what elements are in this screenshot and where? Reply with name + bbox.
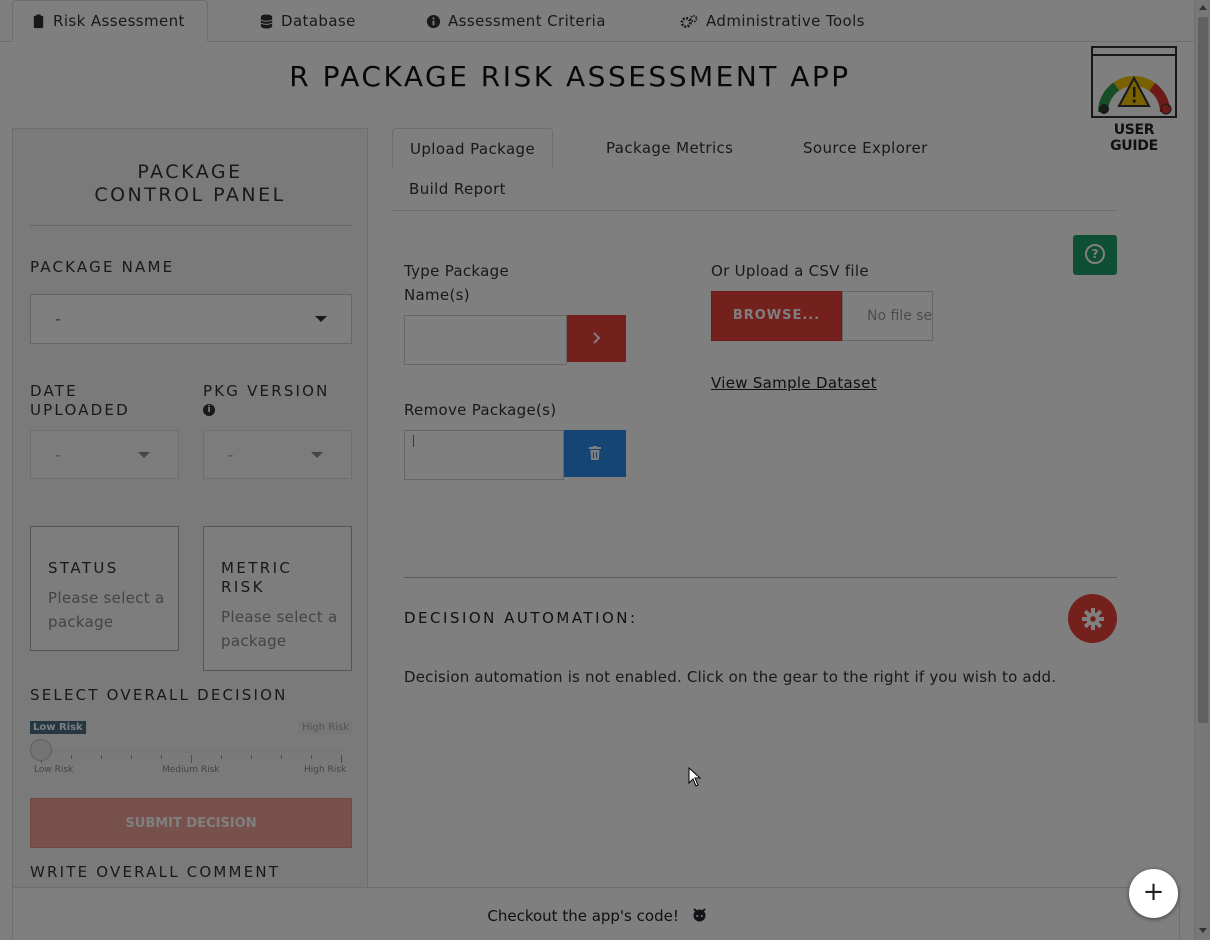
add-package-button[interactable] (567, 315, 626, 362)
pkg-version-label: PKG VERSION (203, 382, 330, 400)
decision-automation-settings-button[interactable] (1068, 594, 1117, 643)
tab-source-explorer[interactable]: Source Explorer (786, 128, 945, 169)
remove-package-button[interactable] (564, 430, 626, 477)
chevron-right-icon (592, 332, 600, 344)
type-package-label: Type Package Name(s) (404, 262, 509, 304)
remove-package-label: Remove Package(s) (404, 401, 557, 419)
metric-risk-card: METRIC RISK Please select a package (203, 526, 352, 671)
info-icon[interactable]: i (203, 404, 215, 416)
gear-icon (1082, 608, 1104, 630)
status-card: STATUS Please select a package (30, 526, 179, 651)
github-icon (692, 908, 706, 922)
slider-track[interactable] (40, 748, 342, 753)
slider-tick-label: Low Risk (34, 765, 74, 775)
help-button[interactable]: ? (1073, 235, 1117, 275)
chevron-down-icon (138, 451, 150, 458)
slider-tick-label: Medium Risk (162, 765, 220, 775)
decision-automation-text: Decision automation is not enabled. Clic… (404, 668, 1057, 686)
app-title: R PACKAGE RISK ASSESSMENT APP (289, 60, 851, 93)
footer-link[interactable]: Checkout the app's code! (13, 907, 1181, 925)
scroll-thumb[interactable] (1198, 17, 1208, 723)
slider-handle[interactable] (30, 739, 52, 761)
main-tabs: Upload Package Package Metrics Source Ex… (392, 128, 1118, 211)
overall-decision-slider[interactable]: Low Risk High Risk Low Risk Medium Risk … (30, 721, 352, 781)
overall-decision-label: SELECT OVERALL DECISION (30, 686, 288, 704)
status-title: STATUS (48, 559, 119, 577)
user-guide-illustration (1091, 46, 1177, 118)
slider-min-badge: Low Risk (30, 721, 86, 734)
package-name-select[interactable]: - (30, 294, 352, 344)
question-icon: ? (1085, 244, 1105, 264)
slider-max-badge: High Risk (299, 721, 352, 734)
trash-icon (589, 446, 601, 460)
scroll-down-arrow[interactable] (1199, 928, 1207, 933)
package-control-panel: PACKAGE CONTROL PANEL PACKAGE NAME - DAT… (12, 128, 368, 940)
tab-label: Database (281, 12, 356, 30)
metric-risk-value: Please select a package (221, 608, 338, 650)
date-uploaded-value: - (55, 445, 61, 464)
tab-label: Assessment Criteria (448, 12, 606, 30)
clipboard-icon (33, 13, 44, 28)
tab-build-report[interactable]: Build Report (392, 169, 523, 210)
divider (404, 577, 1117, 578)
control-panel-title: PACKAGE CONTROL PANEL (94, 161, 286, 206)
tab-label: Administrative Tools (706, 12, 865, 30)
upload-csv-label: Or Upload a CSV file (711, 262, 869, 280)
page-scrollbar[interactable] (1194, 0, 1210, 940)
pkg-version-select[interactable]: - (203, 430, 352, 479)
decision-automation-title: DECISION AUTOMATION: (404, 609, 638, 627)
app-root: Risk Assessment Database Assessment Crit… (0, 0, 1194, 940)
tab-database[interactable]: Database (241, 0, 374, 42)
remove-package-input[interactable] (404, 430, 564, 480)
divider (30, 225, 352, 226)
text-cursor (413, 435, 414, 447)
gears-icon (680, 14, 698, 28)
tab-label: Risk Assessment (53, 12, 185, 30)
add-floating-button[interactable]: + (1129, 869, 1178, 918)
tab-upload-package[interactable]: Upload Package (392, 128, 554, 169)
package-name-label: PACKAGE NAME (30, 258, 175, 276)
submit-decision-button[interactable]: SUBMIT DECISION (30, 798, 352, 848)
tab-administrative-tools[interactable]: Administrative Tools (661, 0, 883, 42)
tab-risk-assessment[interactable]: Risk Assessment (12, 0, 208, 42)
mouse-cursor-icon (688, 767, 702, 787)
date-uploaded-label: DATE UPLOADED (30, 382, 130, 419)
database-icon (260, 13, 273, 29)
tab-package-metrics[interactable]: Package Metrics (589, 128, 750, 169)
chevron-down-icon (311, 451, 323, 458)
type-package-input[interactable] (404, 315, 567, 365)
footer: Checkout the app's code! (12, 887, 1180, 940)
top-nav: Risk Assessment Database Assessment Crit… (0, 0, 1194, 42)
tab-assessment-criteria[interactable]: Assessment Criteria (408, 0, 624, 42)
date-uploaded-select[interactable]: - (30, 430, 179, 479)
footer-text: Checkout the app's code! (487, 907, 679, 925)
metric-risk-title: METRIC RISK (221, 559, 293, 596)
pkg-version-value: - (228, 445, 234, 464)
package-name-value: - (55, 310, 61, 328)
info-circle-icon (426, 14, 441, 28)
view-sample-dataset-link[interactable]: View Sample Dataset (711, 374, 877, 392)
overall-comment-label: WRITE OVERALL COMMENT (30, 863, 281, 881)
chevron-down-icon (315, 316, 327, 322)
risk-gauge-icon (1098, 75, 1172, 115)
file-name-display: No file selected. (842, 291, 933, 341)
status-value: Please select a package (48, 589, 165, 631)
browse-button[interactable]: BROWSE... (711, 291, 842, 341)
slider-tick-label: High Risk (304, 765, 347, 775)
scroll-up-arrow[interactable] (1199, 5, 1207, 10)
